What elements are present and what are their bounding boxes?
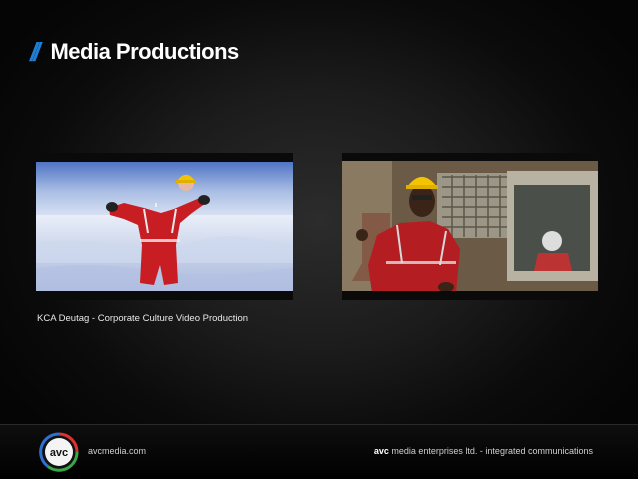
title-slashes: // bbox=[30, 36, 41, 67]
slide-title: // Media Productions bbox=[30, 36, 239, 68]
avc-logo: avc bbox=[39, 432, 79, 472]
company-tagline: avc media enterprises ltd. - integrated … bbox=[374, 446, 593, 456]
photo-arctic-worker bbox=[36, 153, 293, 300]
logo-text: avc bbox=[50, 447, 68, 459]
tagline-text: media enterprises ltd. - integrated comm… bbox=[388, 446, 593, 456]
video-caption: KCA Deutag - Corporate Culture Video Pro… bbox=[37, 313, 249, 324]
photo-rig-worker bbox=[342, 153, 598, 300]
page-title: Media Productions bbox=[50, 39, 239, 64]
website-link[interactable]: avcmedia.com bbox=[88, 446, 146, 456]
tagline-brand: avc bbox=[373, 446, 389, 456]
